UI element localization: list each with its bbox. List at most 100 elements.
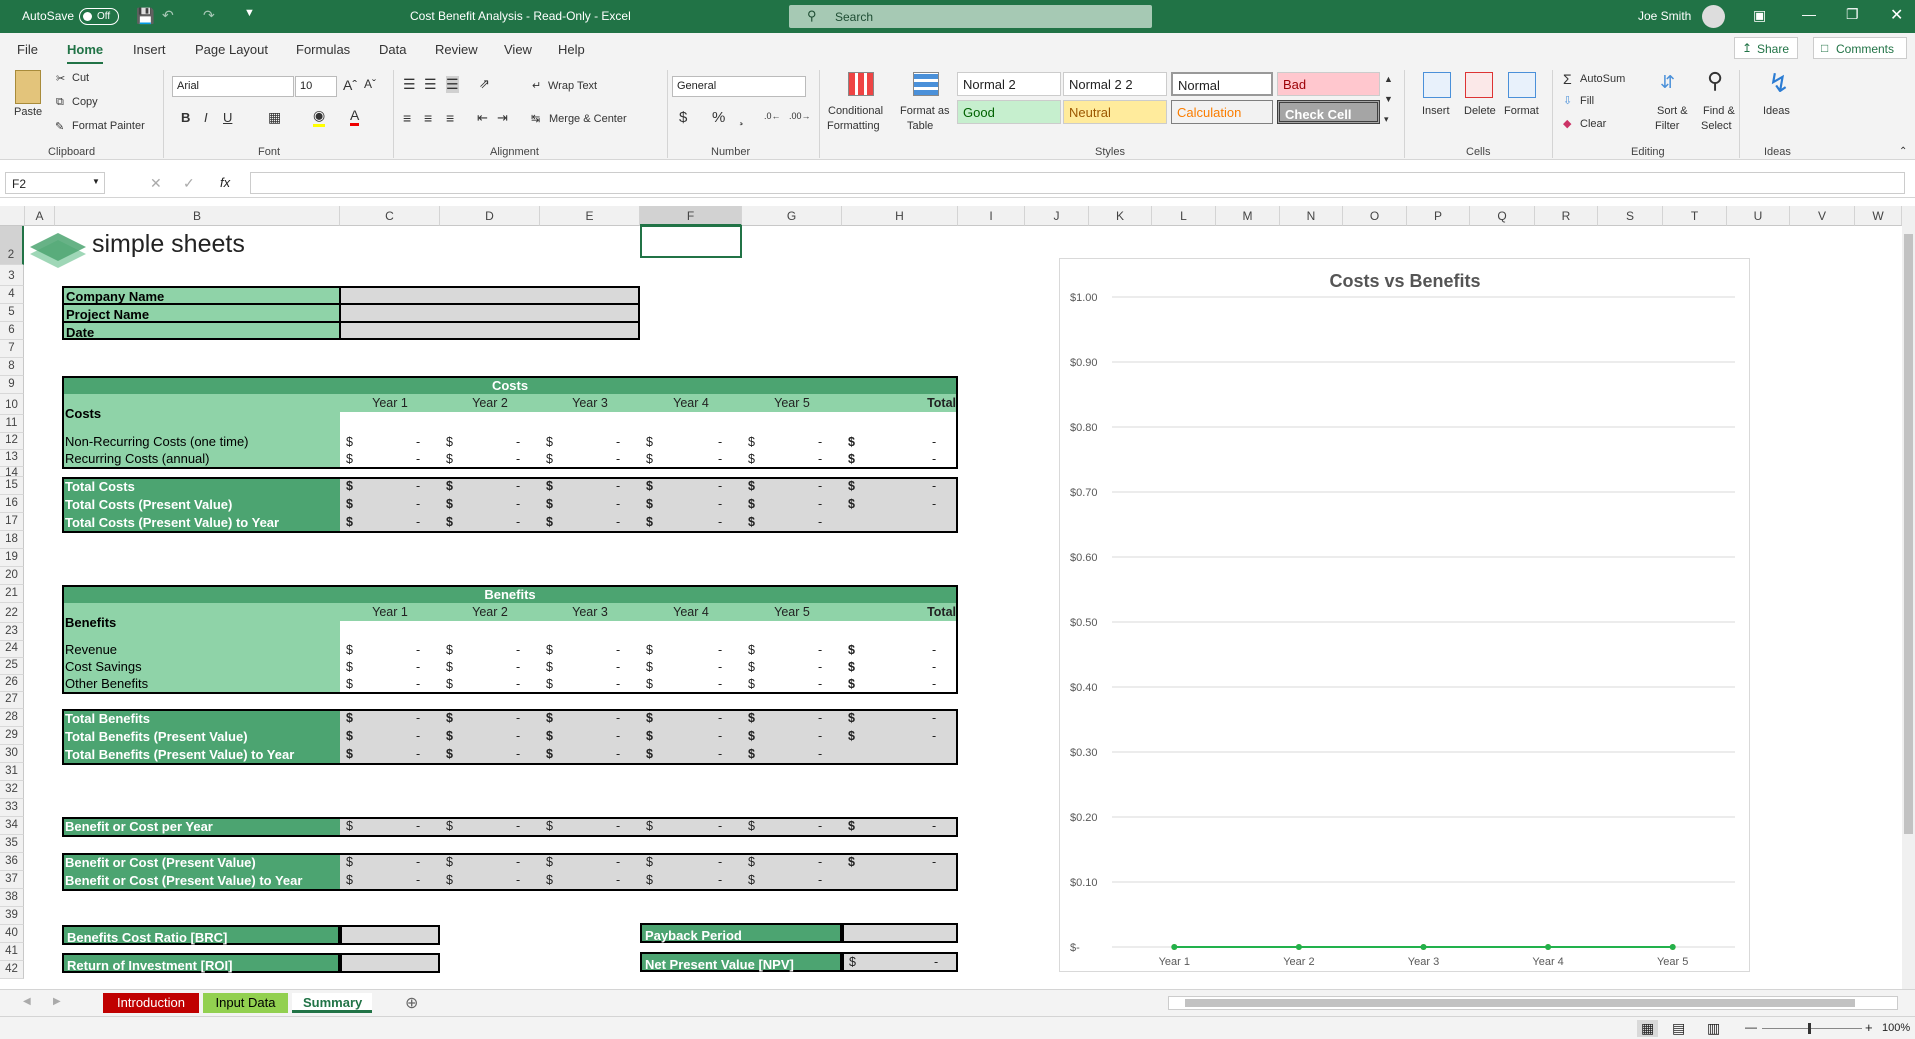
save-icon[interactable]: 💾 bbox=[136, 7, 155, 25]
style-normal-2-2[interactable]: Normal 2 2 bbox=[1063, 72, 1167, 96]
font-color-icon[interactable]: A bbox=[350, 107, 360, 126]
column-header-B[interactable]: B bbox=[55, 206, 340, 226]
row-header-38[interactable]: 38 bbox=[0, 889, 24, 907]
column-header-H[interactable]: H bbox=[842, 206, 958, 226]
row-header-7[interactable]: 7 bbox=[0, 340, 24, 358]
worksheet-grid[interactable]: ABCDEFGHIJKLMNOPQRSTUVW 2 3 4 5 6 7 8 9 10 11 12 13… bbox=[0, 206, 1915, 989]
ribbon-display-icon[interactable]: ▣ bbox=[1753, 7, 1766, 24]
row-header-6[interactable]: 6 bbox=[0, 322, 24, 340]
row-header-23[interactable]: 23 bbox=[0, 623, 24, 641]
insert-cells-button[interactable]: Insert bbox=[1422, 105, 1450, 117]
row-header-33[interactable]: 33 bbox=[0, 799, 24, 817]
format-as-table-icon[interactable] bbox=[913, 72, 939, 96]
insert-cells-icon[interactable] bbox=[1423, 72, 1451, 98]
insert-function-icon[interactable]: fx bbox=[220, 175, 230, 190]
row-header-11[interactable]: 11 bbox=[0, 415, 24, 433]
cancel-icon[interactable]: ✕ bbox=[150, 175, 162, 192]
font-size-select[interactable]: 10 bbox=[295, 76, 337, 97]
column-header-V[interactable]: V bbox=[1790, 206, 1855, 226]
style-good[interactable]: Good bbox=[957, 100, 1061, 124]
underline-icon[interactable]: U bbox=[223, 110, 232, 125]
paste-icon[interactable] bbox=[15, 70, 41, 104]
wrap-text-icon[interactable]: ↵ bbox=[532, 79, 541, 92]
select-all-corner[interactable] bbox=[0, 206, 25, 226]
column-header-U[interactable]: U bbox=[1727, 206, 1790, 226]
merge-center-button[interactable]: Merge & Center bbox=[549, 113, 627, 125]
row-header-24[interactable]: 24 bbox=[0, 641, 24, 658]
tab-formulas[interactable]: Formulas bbox=[296, 42, 350, 57]
row-header-30[interactable]: 30 bbox=[0, 745, 24, 763]
row-header-12[interactable]: 12 bbox=[0, 433, 24, 450]
find-select-button[interactable]: Find & bbox=[1703, 105, 1735, 117]
delete-cells-button[interactable]: Delete bbox=[1464, 105, 1496, 117]
minimize-icon[interactable]: — bbox=[1802, 6, 1816, 22]
costs-vs-benefits-chart[interactable]: Costs vs Benefits $- $0.10 $0.20 $0.30 $0.40 $… bbox=[1059, 258, 1750, 989]
format-cells-icon[interactable] bbox=[1508, 72, 1536, 98]
formula-input[interactable] bbox=[250, 172, 1905, 194]
tab-home[interactable]: Home bbox=[67, 42, 104, 65]
row-header-25[interactable]: 25 bbox=[0, 658, 24, 675]
column-header-M[interactable]: M bbox=[1216, 206, 1280, 226]
style-bad[interactable]: Bad bbox=[1277, 72, 1380, 96]
increase-decimal-icon[interactable]: .0← bbox=[764, 111, 781, 121]
align-bottom-icon[interactable]: ☰ bbox=[446, 76, 459, 93]
vertical-scrollbar[interactable] bbox=[1902, 206, 1915, 989]
row-header-20[interactable]: 20 bbox=[0, 567, 24, 585]
tab-file[interactable]: File bbox=[17, 42, 38, 57]
normal-view-icon[interactable]: ▦ bbox=[1637, 1020, 1659, 1037]
currency-icon[interactable]: $ bbox=[679, 109, 687, 126]
next-sheet-icon[interactable]: ▶ bbox=[53, 996, 61, 1007]
enter-icon[interactable]: ✓ bbox=[183, 175, 195, 192]
cut-button[interactable]: Cut bbox=[72, 72, 89, 84]
restore-icon[interactable]: ❐ bbox=[1846, 6, 1859, 23]
row-header-34[interactable]: 34 bbox=[0, 817, 24, 835]
row-header-29[interactable]: 29 bbox=[0, 727, 24, 745]
comma-icon[interactable]: ¸ bbox=[739, 109, 744, 126]
sheet-tab-introduction[interactable]: Introduction bbox=[103, 993, 199, 1013]
font-name-select[interactable]: Arial bbox=[172, 76, 294, 97]
format-cells-button[interactable]: Format bbox=[1504, 105, 1539, 117]
find-select-icon[interactable]: ⚲ bbox=[1707, 68, 1723, 94]
increase-indent-icon[interactable]: ⇥ bbox=[497, 110, 508, 126]
redo-icon[interactable]: ↷ bbox=[203, 7, 215, 24]
decrease-indent-icon[interactable]: ⇤ bbox=[477, 110, 488, 126]
name-box[interactable]: F2 bbox=[5, 172, 105, 194]
autosum-button[interactable]: AutoSum bbox=[1580, 73, 1625, 85]
row-header-4[interactable]: 4 bbox=[0, 286, 24, 304]
row-header-14[interactable]: 14 bbox=[0, 467, 24, 479]
row-header-36[interactable]: 36 bbox=[0, 853, 24, 871]
align-center-icon[interactable]: ≡ bbox=[424, 110, 432, 126]
borders-icon[interactable]: ▦ bbox=[268, 109, 281, 126]
conditional-formatting-icon[interactable] bbox=[848, 72, 874, 96]
column-header-O[interactable]: O bbox=[1343, 206, 1407, 226]
column-header-G[interactable]: G bbox=[742, 206, 842, 226]
row-header-3[interactable]: 3 bbox=[0, 265, 24, 286]
share-button[interactable]: ↥ Share bbox=[1734, 37, 1798, 59]
metric-value[interactable] bbox=[340, 925, 440, 945]
row-header-31[interactable]: 31 bbox=[0, 763, 24, 781]
conditional-formatting-button[interactable]: Conditional bbox=[828, 105, 883, 117]
column-header-I[interactable]: I bbox=[958, 206, 1025, 226]
avatar[interactable] bbox=[1702, 5, 1725, 28]
zoom-in-icon[interactable]: + bbox=[1865, 1020, 1873, 1035]
orientation-icon[interactable]: ⇗ bbox=[479, 76, 490, 92]
style-normal-2[interactable]: Normal 2 bbox=[957, 72, 1061, 96]
collapse-ribbon-icon[interactable]: ⌃ bbox=[1899, 146, 1907, 157]
align-left-icon[interactable]: ≡ bbox=[403, 110, 411, 126]
styles-more-icon[interactable]: ▾ bbox=[1384, 114, 1389, 125]
column-header-R[interactable]: R bbox=[1535, 206, 1598, 226]
row-header-5[interactable]: 5 bbox=[0, 304, 24, 322]
row-header-40[interactable]: 40 bbox=[0, 925, 24, 943]
column-header-A[interactable]: A bbox=[25, 206, 55, 226]
metric-value[interactable] bbox=[842, 923, 958, 943]
horizontal-scrollbar[interactable] bbox=[1168, 996, 1898, 1010]
tab-insert[interactable]: Insert bbox=[133, 42, 166, 57]
row-header-13[interactable]: 13 bbox=[0, 450, 24, 467]
autosave-toggle[interactable]: Off bbox=[79, 8, 119, 25]
row-header-19[interactable]: 19 bbox=[0, 549, 24, 567]
style-normal[interactable]: Normal bbox=[1171, 72, 1273, 96]
column-header-Q[interactable]: Q bbox=[1470, 206, 1535, 226]
copy-button[interactable]: Copy bbox=[72, 96, 98, 108]
tab-help[interactable]: Help bbox=[558, 42, 585, 57]
selected-cell[interactable] bbox=[640, 225, 742, 258]
